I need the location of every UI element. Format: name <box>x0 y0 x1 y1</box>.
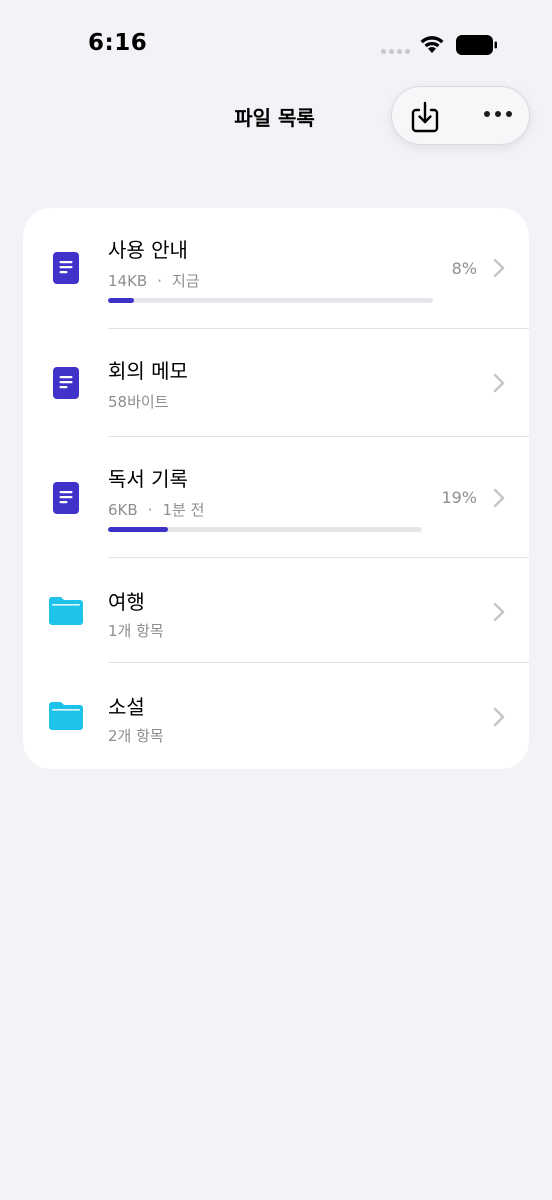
file-meta: 14KB · 지금 <box>108 270 200 291</box>
document-icon <box>53 252 79 284</box>
file-meta: 6KB · 1분 전 <box>108 499 204 520</box>
list-item[interactable]: 소설 2개 항목 <box>23 663 529 769</box>
status-bar: 6:16 <box>0 0 552 90</box>
wifi-icon <box>420 36 444 53</box>
chevron-right-icon <box>493 488 505 508</box>
meta-separator: · <box>157 272 162 290</box>
folder-icon <box>49 597 83 625</box>
chevron-right-icon <box>493 707 505 727</box>
file-size: 6KB <box>108 501 138 519</box>
progress-percent: 19% <box>441 488 477 507</box>
status-time: 6:16 <box>88 30 148 56</box>
chevron-right-icon <box>493 373 505 393</box>
progress-percent: 8% <box>451 259 477 278</box>
file-time: 1분 전 <box>162 501 205 519</box>
list-item[interactable]: 독서 기록 6KB · 1분 전 19% <box>23 437 529 557</box>
document-icon <box>53 482 79 514</box>
file-name: 독서 기록 <box>108 467 188 491</box>
nav-action-pill <box>391 86 530 145</box>
document-icon <box>53 367 79 399</box>
file-size: 14KB <box>108 272 148 290</box>
file-size: 58바이트 <box>108 393 169 411</box>
folder-icon <box>49 702 83 730</box>
progress-bar <box>108 527 422 532</box>
file-time: 지금 <box>172 272 200 290</box>
folder-name: 소설 <box>108 695 145 719</box>
list-item[interactable]: 회의 메모 58바이트 <box>23 329 529 437</box>
more-icon[interactable] <box>484 111 512 117</box>
battery-icon <box>456 35 497 55</box>
meta-separator: · <box>147 501 153 519</box>
file-name: 사용 안내 <box>108 238 188 262</box>
progress-bar <box>108 298 433 303</box>
list-item[interactable]: 여행 1개 항목 <box>23 558 529 662</box>
file-list: 사용 안내 14KB · 지금 8% 회의 메모 58바이트 독서 기록 6KB… <box>23 208 529 769</box>
chevron-right-icon <box>493 258 505 278</box>
list-item[interactable]: 사용 안내 14KB · 지금 8% <box>23 208 529 328</box>
folder-count: 1개 항목 <box>108 622 164 640</box>
file-name: 회의 메모 <box>108 359 188 383</box>
folder-name: 여행 <box>108 590 145 614</box>
chevron-right-icon <box>493 602 505 622</box>
download-icon[interactable] <box>410 101 440 133</box>
signal-dots-icon <box>381 49 410 54</box>
progress-fill <box>108 298 134 303</box>
progress-fill <box>108 527 168 532</box>
folder-count: 2개 항목 <box>108 727 164 745</box>
